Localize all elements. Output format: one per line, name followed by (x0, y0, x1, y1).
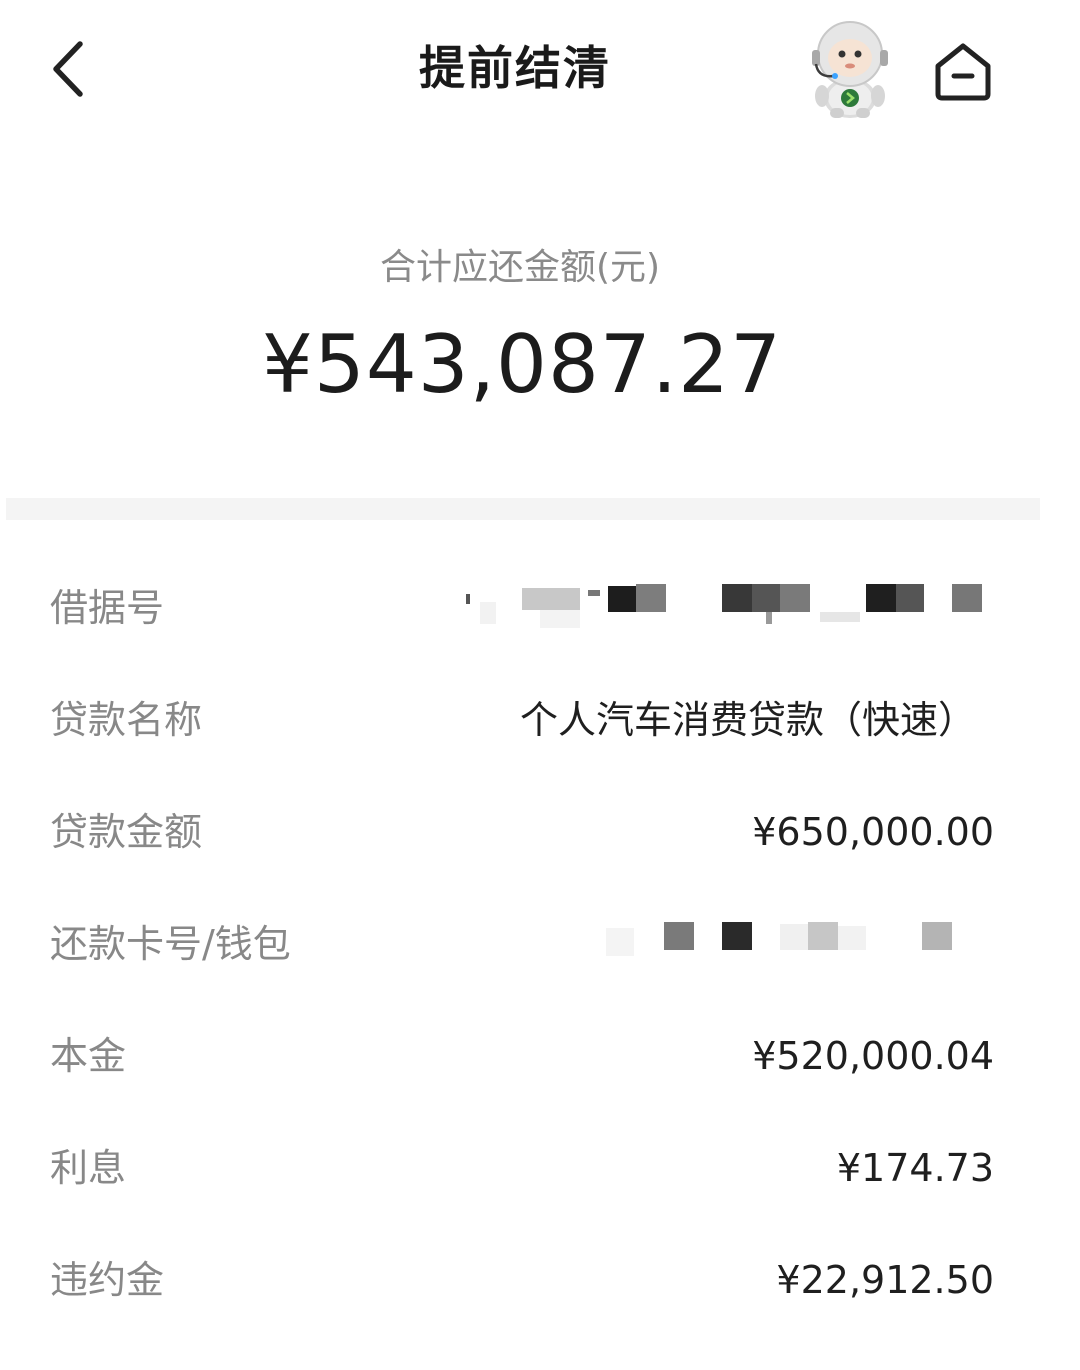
home-icon (935, 43, 991, 101)
detail-row-principal: 本金 ¥520,000.04 (0, 1016, 1080, 1096)
loan-ref-masked-value (466, 584, 982, 628)
repay-card-masked-value (606, 922, 952, 956)
top-bar: 提前结清 (0, 0, 1080, 140)
loan-name-value: 个人汽车消费贷款（快速） (519, 698, 976, 742)
loan-name-label: 贷款名称 (50, 698, 203, 742)
interest-label: 利息 (50, 1146, 127, 1190)
total-due-label: 合计应还金额(元) (379, 247, 661, 288)
home-button[interactable] (930, 38, 996, 104)
section-divider (6, 498, 1040, 520)
detail-row-repay-card: 还款卡号/钱包 (0, 904, 1080, 984)
detail-row-loan-ref: 借据号 (0, 568, 1080, 648)
detail-row-interest: 利息 ¥174.73 (0, 1128, 1080, 1208)
penalty-value: ¥22,912.50 (776, 1258, 994, 1302)
detail-row-loan-name: 贷款名称 个人汽车消费贷款（快速） (0, 680, 1080, 760)
loan-amount-label: 贷款金额 (50, 810, 203, 854)
principal-value: ¥520,000.04 (752, 1034, 994, 1078)
robot-mascot-icon (812, 21, 888, 118)
customer-service-button[interactable] (800, 16, 900, 120)
principal-label: 本金 (50, 1034, 127, 1078)
detail-row-penalty: 违约金 ¥22,912.50 (0, 1240, 1080, 1320)
interest-value: ¥174.73 (836, 1146, 994, 1190)
detail-row-loan-amount: 贷款金额 ¥650,000.00 (0, 792, 1080, 872)
loan-amount-value: ¥650,000.00 (752, 810, 994, 854)
total-due-amount: ¥543,087.27 (262, 318, 782, 411)
penalty-label: 违约金 (50, 1258, 165, 1302)
